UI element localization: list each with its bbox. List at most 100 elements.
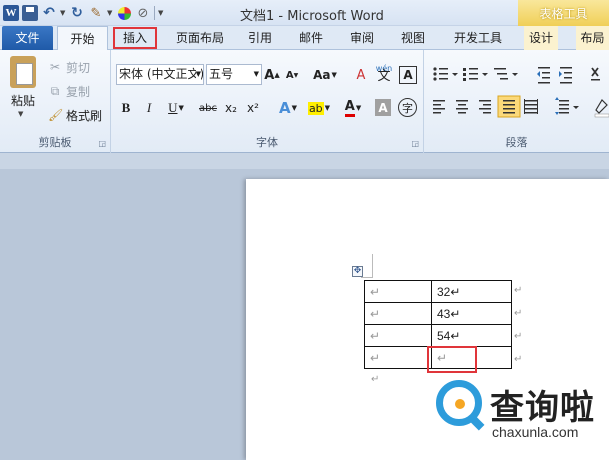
multilevel-list-icon[interactable] — [494, 68, 518, 80]
highlight-button[interactable]: ab ▼ — [304, 97, 334, 119]
tab-table-layout[interactable]: 布局 — [576, 26, 609, 50]
text-effects-button[interactable]: A ▼ — [275, 97, 301, 119]
paragraph-group-label: 段落 — [505, 136, 528, 149]
table-row: ↵ 43↵ — [364, 302, 512, 325]
eraser-icon: A — [356, 67, 366, 83]
tab-insert[interactable]: 插入 — [113, 27, 157, 49]
clipboard-launcher-icon[interactable]: ◲ — [98, 139, 106, 148]
watermark-text: 查询啦 — [490, 388, 595, 428]
shrink-font-button[interactable]: A ▼ — [283, 64, 301, 86]
distributed-icon[interactable] — [524, 99, 538, 114]
clipboard-group: 粘贴 ▼ ✂ 剪切 ⧉ 复制 🖌 格式刷 剪贴板 ◲ — [0, 50, 111, 153]
undo-dropdown-icon[interactable]: ▼ — [60, 9, 66, 17]
font-name-select[interactable]: 宋体 (中文正文) ▼ — [116, 64, 204, 85]
align-left-icon[interactable] — [433, 100, 445, 114]
char-border-button[interactable]: A — [399, 66, 417, 84]
paragraph-controls — [433, 67, 609, 118]
word-app-icon[interactable]: W — [3, 5, 19, 21]
chevron-down-icon: ▼ — [253, 70, 259, 78]
font-launcher-icon[interactable]: ◲ — [411, 139, 419, 148]
copy-label: 复制 — [66, 84, 91, 99]
numbering-icon[interactable] — [463, 68, 488, 81]
ruler-strip — [0, 153, 609, 169]
clear-format-button[interactable]: A — [351, 64, 371, 86]
table-cell[interactable]: 32↵ — [431, 280, 512, 303]
font-group-label: 字体 — [256, 136, 278, 149]
tab-file[interactable]: 文件 — [2, 26, 53, 50]
font-size-select[interactable]: 五号 ▼ — [206, 64, 262, 85]
shape-icon[interactable]: ⊘ — [135, 5, 151, 21]
tab-references[interactable]: 引用 — [243, 26, 277, 50]
table-cell[interactable]: ↵ — [364, 324, 432, 347]
align-center-icon[interactable] — [456, 100, 468, 114]
margin-corner-mark — [361, 277, 373, 278]
copy-icon: ⧉ — [50, 83, 60, 98]
cut-label: 剪切 — [66, 60, 91, 75]
tab-mailings[interactable]: 邮件 — [294, 26, 328, 50]
cut-button[interactable]: ✂ 剪切 — [48, 57, 90, 77]
paste-dropdown-icon[interactable]: ▼ — [18, 110, 23, 118]
font-group: 宋体 (中文正文) ▼ 五号 ▼ A ▲ A ▼ Aa ▼ A wén 文 A B I … — [111, 50, 424, 153]
decrease-indent-icon[interactable] — [537, 67, 550, 84]
row-end-mark: ↵ — [514, 331, 523, 342]
table-move-handle-icon[interactable]: ✥ — [352, 266, 363, 277]
superscript-button[interactable]: x² — [244, 97, 262, 119]
italic-button[interactable]: I — [141, 97, 157, 119]
toolbar-divider — [154, 6, 155, 20]
font-color-button[interactable]: A ▼ — [340, 97, 366, 119]
bullets-icon[interactable] — [433, 67, 458, 81]
row-end-mark: ↵ — [514, 308, 523, 319]
copy-button[interactable]: ⧉ 复制 — [48, 81, 90, 101]
table-cell[interactable]: 54↵ — [431, 324, 512, 347]
row-end-mark: ↵ — [514, 354, 523, 365]
painter-dropdown-icon[interactable]: ▼ — [107, 9, 113, 17]
tab-developer[interactable]: 开发工具 — [450, 26, 506, 50]
paste-icon[interactable] — [10, 56, 36, 88]
table-cell[interactable]: ↵ — [364, 280, 432, 303]
increase-indent-icon[interactable] — [559, 67, 572, 84]
format-painter-icon[interactable]: ✎ — [88, 5, 104, 21]
tab-table-design[interactable]: 设计 — [524, 26, 558, 50]
chevron-down-icon: ▼ — [195, 65, 201, 84]
sort-icon[interactable] — [591, 67, 600, 81]
scissors-icon: ✂ — [49, 60, 61, 74]
justify-icon[interactable] — [497, 95, 521, 118]
save-icon[interactable] — [22, 5, 38, 21]
change-case-button[interactable]: Aa ▼ — [312, 64, 338, 86]
subscript-button[interactable]: x₂ — [222, 97, 240, 119]
watermark: 查询啦 chaxunla.com — [432, 376, 609, 460]
watermark-logo-icon — [467, 413, 485, 431]
paste-button-label[interactable]: 粘贴 — [11, 92, 35, 109]
underline-button[interactable]: U ▼ — [164, 97, 188, 119]
table-cell[interactable]: ↵ — [364, 302, 432, 325]
char-shading-button[interactable]: A — [375, 99, 391, 116]
undo-icon[interactable]: ↶ — [41, 5, 57, 21]
line-spacing-icon[interactable] — [555, 97, 579, 115]
color-icon[interactable] — [116, 5, 132, 21]
highlighted-cell-annotation — [427, 346, 477, 373]
enclose-char-button[interactable]: 字 — [398, 98, 417, 117]
shading-icon[interactable] — [594, 99, 609, 118]
customize-dropdown-icon[interactable]: ▼ — [158, 9, 164, 17]
redo-icon[interactable]: ↻ — [69, 5, 85, 21]
tab-view[interactable]: 视图 — [396, 26, 430, 50]
tab-page-layout[interactable]: 页面布局 — [170, 26, 230, 50]
font-name-value: 宋体 (中文正文) — [119, 67, 204, 81]
font-size-value: 五号 — [209, 67, 234, 81]
grow-font-button[interactable]: A ▲ — [263, 64, 281, 86]
tab-home[interactable]: 开始 — [57, 26, 108, 51]
ribbon-tab-bar: 文件 开始 插入 页面布局 引用 邮件 审阅 视图 开发工具 设计 布局 — [0, 26, 609, 51]
table-cell[interactable]: ↵ — [364, 346, 432, 369]
bold-button[interactable]: B — [118, 97, 134, 119]
margin-corner-mark — [372, 254, 373, 278]
format-painter-button[interactable]: 🖌 格式刷 — [48, 105, 102, 125]
table-cell[interactable]: 43↵ — [431, 302, 512, 325]
phonetic-guide-button[interactable]: wén 文 — [374, 62, 394, 84]
tab-review[interactable]: 审阅 — [345, 26, 379, 50]
table-row: ↵ 54↵ — [364, 324, 512, 347]
paragraph-group: 段落 — [424, 50, 609, 153]
table-row: ↵ 32↵ — [364, 280, 512, 303]
align-right-icon[interactable] — [479, 100, 491, 114]
strikethrough-button[interactable]: abc — [197, 97, 219, 119]
clipboard-group-label: 剪贴板 — [38, 136, 72, 149]
